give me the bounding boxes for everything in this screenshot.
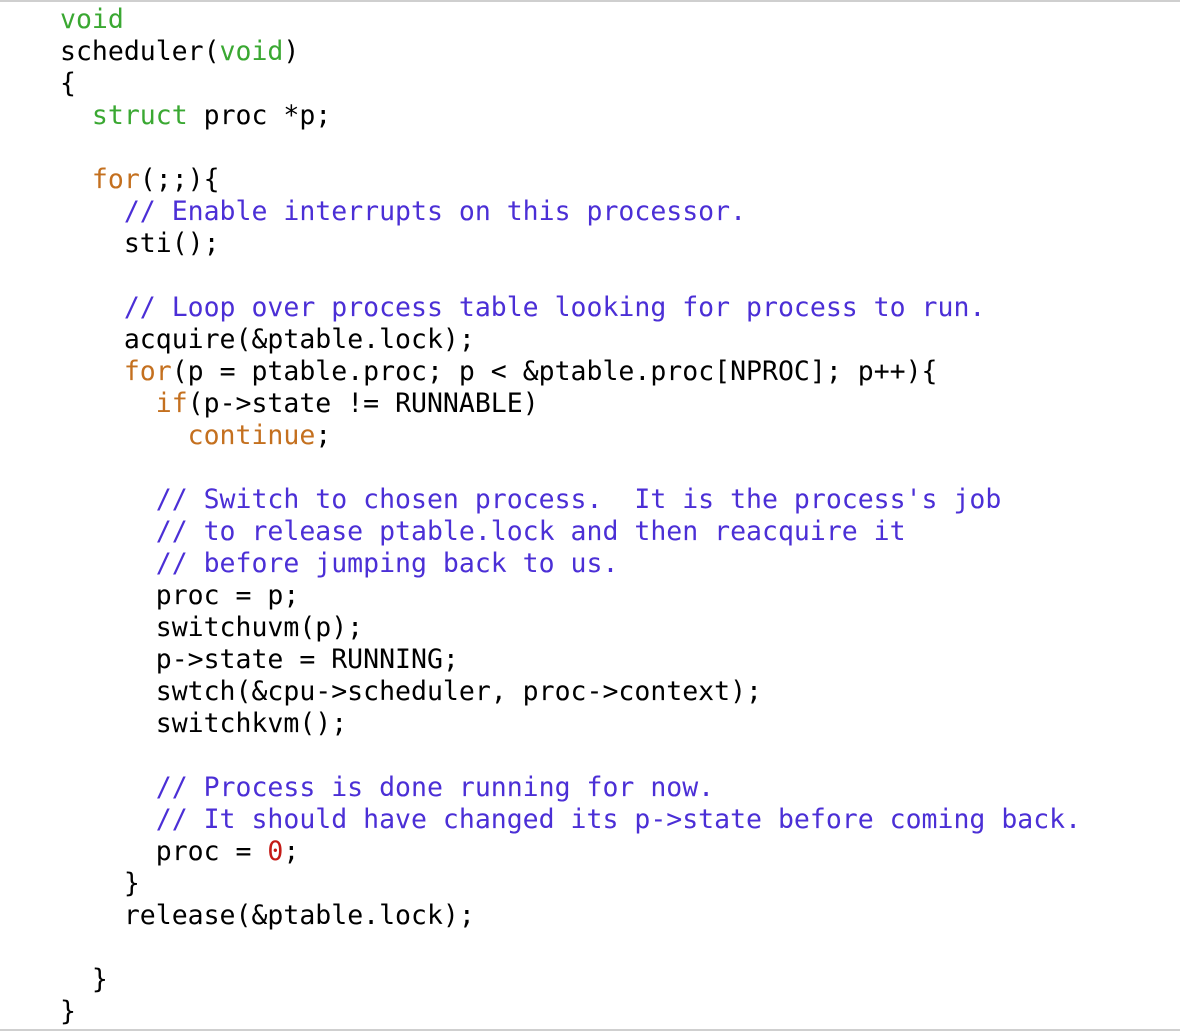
- code-comment: // before jumping back to us.: [155, 548, 619, 579]
- code-token: switchkvm();: [155, 708, 348, 739]
- code-token: swtch(&cpu->scheduler, proc->context);: [155, 676, 762, 707]
- bottom-divider: [0, 1029, 1180, 1031]
- control-keyword: for: [123, 356, 172, 387]
- code-token: ): [283, 36, 300, 67]
- code-comment: // It should have changed its p->state b…: [155, 804, 1082, 835]
- type-keyword: struct: [91, 100, 188, 131]
- type-keyword: void: [60, 4, 124, 35]
- control-keyword: if: [155, 388, 188, 419]
- code-comment: // Enable interrupts on this processor.: [123, 196, 747, 227]
- code-token: (;;){: [139, 164, 220, 195]
- code-token: release(&ptable.lock);: [123, 900, 475, 931]
- code-line: // Loop over process table looking for p…: [60, 292, 1170, 324]
- code-comment: // to release ptable.lock and then reacq…: [155, 516, 906, 547]
- code-line: continue;: [60, 420, 1170, 452]
- code-line: void: [60, 4, 1170, 36]
- code-line: release(&ptable.lock);: [60, 900, 1170, 932]
- code-line: }: [60, 868, 1170, 900]
- code-comment: // Loop over process table looking for p…: [123, 292, 986, 323]
- code-token: {: [60, 68, 76, 99]
- code-line: proc = 0;: [60, 836, 1170, 868]
- code-token: sti();: [123, 228, 220, 259]
- code-line: switchuvm(p);: [60, 612, 1170, 644]
- code-token: scheduler(: [60, 36, 220, 67]
- code-line: switchkvm();: [60, 708, 1170, 740]
- code-token: ;: [315, 420, 332, 451]
- code-comment: // Process is done running for now.: [155, 772, 715, 803]
- code-line: }: [60, 996, 1170, 1028]
- code-token: p->state = RUNNING;: [155, 644, 459, 675]
- code-token: proc *p;: [187, 100, 332, 131]
- numeric-literal: 0: [267, 836, 284, 867]
- code-line: // Switch to chosen process. It is the p…: [60, 484, 1170, 516]
- code-token: proc = p;: [155, 580, 300, 611]
- code-line: swtch(&cpu->scheduler, proc->context);: [60, 676, 1170, 708]
- code-comment: // Switch to chosen process. It is the p…: [155, 484, 1002, 515]
- code-line: struct proc *p;: [60, 100, 1170, 132]
- type-keyword: void: [219, 36, 284, 67]
- code-token: ;: [283, 836, 300, 867]
- code-line: if(p->state != RUNNABLE): [60, 388, 1170, 420]
- code-token: }: [60, 996, 76, 1027]
- code-line: {: [60, 68, 1170, 100]
- code-line: proc = p;: [60, 580, 1170, 612]
- code-token: (p = ptable.proc; p < &ptable.proc[NPROC…: [171, 356, 938, 387]
- code-line: }: [60, 964, 1170, 996]
- code-line: // before jumping back to us.: [60, 548, 1170, 580]
- code-line: acquire(&ptable.lock);: [60, 324, 1170, 356]
- code-line: // Process is done running for now.: [60, 772, 1170, 804]
- top-divider: [0, 0, 1180, 2]
- code-line: // to release ptable.lock and then reacq…: [60, 516, 1170, 548]
- code-token: }: [91, 964, 108, 995]
- code-editor[interactable]: void scheduler(void){ struct proc *p; for…: [60, 4, 1170, 1028]
- code-line: sti();: [60, 228, 1170, 260]
- code-line: for(;;){: [60, 164, 1170, 196]
- code-token: acquire(&ptable.lock);: [123, 324, 475, 355]
- control-keyword: for: [91, 164, 140, 195]
- code-token: (p->state != RUNNABLE): [187, 388, 539, 419]
- code-line: // Enable interrupts on this processor.: [60, 196, 1170, 228]
- code-line: scheduler(void): [60, 36, 1170, 68]
- code-token: }: [123, 868, 140, 899]
- code-line: for(p = ptable.proc; p < &ptable.proc[NP…: [60, 356, 1170, 388]
- code-line: p->state = RUNNING;: [60, 644, 1170, 676]
- code-line: // It should have changed its p->state b…: [60, 804, 1170, 836]
- code-token: proc =: [155, 836, 268, 867]
- control-keyword: continue: [187, 420, 316, 451]
- code-token: switchuvm(p);: [155, 612, 364, 643]
